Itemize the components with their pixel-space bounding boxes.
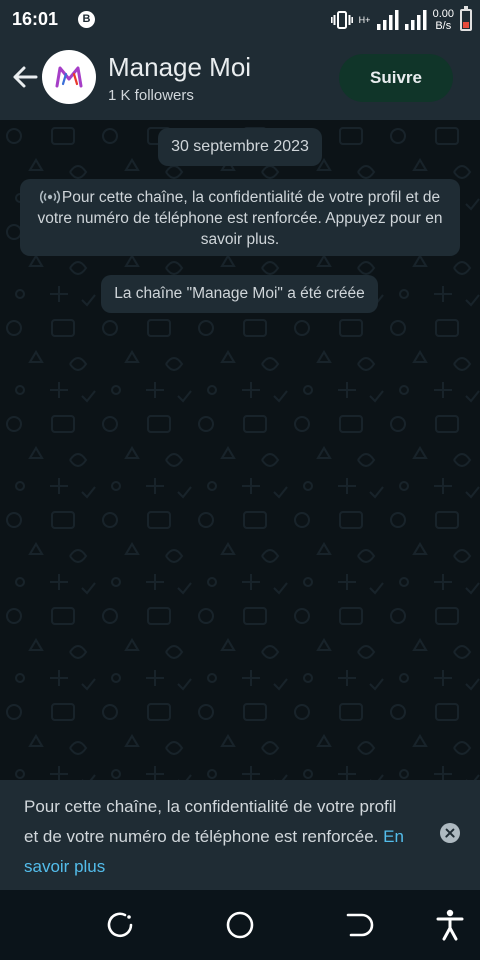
date-chip: 30 septembre 2023 [158,128,322,166]
privacy-info-text: Pour cette chaîne, la confidentialité de… [37,189,443,248]
recents-icon[interactable] [103,908,137,942]
notification-badge-icon: B [78,11,95,28]
manage-moi-logo-icon [55,66,83,88]
signal-icon-2 [404,10,427,30]
broadcast-icon [39,190,60,204]
speed-unit: B/s [435,20,452,32]
battery-icon [460,6,472,31]
banner-message: Pour cette chaîne, la confidentialité de… [24,797,397,846]
channel-title[interactable]: Manage Moi [108,52,251,83]
status-bar: 16:01 B H+ 0.00 B/s [0,0,480,40]
network-speed: 0.00 B/s [433,8,454,32]
followers-count: 1 K followers [108,87,194,104]
back-arrow-icon[interactable] [8,60,42,94]
signal-icon [376,10,399,30]
chat-area: 30 septembre 2023 Pour cette chaîne, la … [0,120,480,780]
privacy-info-bubble[interactable]: Pour cette chaîne, la confidentialité de… [20,179,460,256]
network-type: H+ [358,14,371,25]
close-icon[interactable] [440,823,460,843]
home-icon[interactable] [223,908,257,942]
channel-avatar[interactable] [42,50,96,104]
back-icon[interactable] [342,908,376,942]
channel-header: Manage Moi 1 K followers Suivre [0,40,480,120]
accessibility-icon[interactable] [433,908,467,942]
follow-button[interactable]: Suivre [339,54,453,102]
speed-value: 0.00 [432,8,454,20]
status-indicators: H+ 0.00 B/s [330,4,472,36]
privacy-banner-text: Pour cette chaîne, la confidentialité de… [24,792,404,882]
system-nav-bar [0,890,480,960]
status-time: 16:01 [12,9,59,29]
vibrate-icon [330,11,353,29]
channel-created-chip: La chaîne "Manage Moi" a été créée [101,275,378,313]
privacy-banner: Pour cette chaîne, la confidentialité de… [0,780,480,890]
